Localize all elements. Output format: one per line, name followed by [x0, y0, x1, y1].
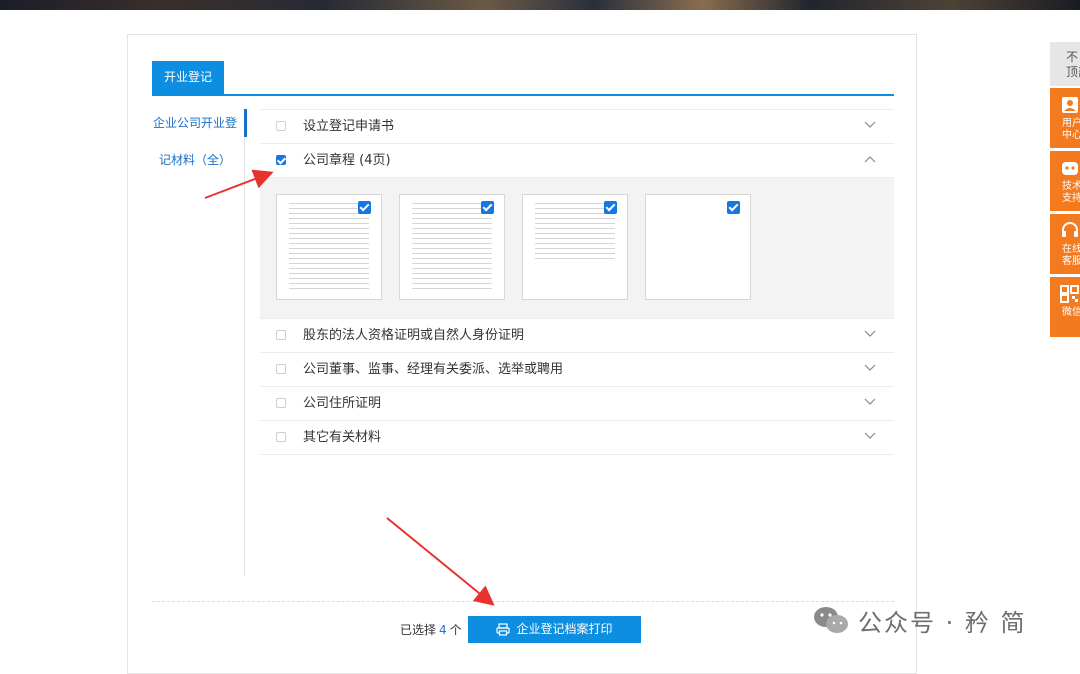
selected-count: 4 [439, 623, 447, 637]
watermark: 公众号 · 矜 简 [812, 604, 1027, 637]
material-label: 公司董事、监事、经理有关委派、选举或聘用 [303, 362, 564, 377]
checkbox-icon[interactable] [276, 398, 286, 408]
checkbox-icon[interactable] [276, 432, 286, 442]
watermark-text: 公众号 · 矜 简 [858, 608, 1027, 637]
list-item[interactable]: 其它有关材料 [260, 421, 894, 455]
robot-icon [1062, 162, 1078, 175]
page-thumbnails-panel [260, 178, 894, 319]
chevron-down-icon[interactable] [864, 398, 876, 406]
user-icon [1062, 97, 1078, 113]
selected-prefix: 已选择 [400, 623, 437, 637]
rail-wechat[interactable]: 微信 [1050, 277, 1080, 337]
sidebar: 企业公司开业登 记材料（全） [146, 109, 247, 576]
list-item[interactable]: 公司住所证明 [260, 387, 894, 421]
chevron-down-icon[interactable] [864, 432, 876, 440]
rail-online-service[interactable]: 在线 客服 [1050, 214, 1080, 274]
rail-user-center[interactable]: 用户 中心 [1050, 88, 1080, 148]
print-archive-button[interactable]: 企业登记档案打印 [468, 616, 641, 643]
checkbox-icon[interactable] [604, 201, 617, 214]
headset-icon [1062, 222, 1078, 237]
checkbox-icon[interactable] [276, 155, 286, 165]
rail-online-service-label: 在线 客服 [1062, 244, 1080, 267]
tab-opening-registration[interactable]: 开业登记 [152, 61, 224, 94]
top-banner-image [0, 0, 1080, 10]
sidebar-item-opening-materials[interactable]: 企业公司开业登 [146, 109, 247, 137]
material-label: 股东的法人资格证明或自然人身份证明 [303, 328, 525, 343]
page-thumbnail[interactable] [522, 194, 628, 300]
material-label: 公司章程 (4页) [303, 153, 391, 168]
list-item[interactable]: 公司章程 (4页) [260, 144, 894, 178]
printer-icon [496, 623, 511, 636]
sidebar-item-label: 企业公司开业登 [152, 116, 237, 130]
chevron-down-icon[interactable] [864, 330, 876, 338]
checkbox-icon[interactable] [727, 201, 740, 214]
back-to-top-label: 不 顶部 [1066, 50, 1080, 79]
tab-bar: 开业登记 [152, 61, 894, 96]
list-item[interactable]: 股东的法人资格证明或自然人身份证明 [260, 319, 894, 353]
qrcode-icon [1060, 285, 1079, 303]
print-button-label: 企业登记档案打印 [516, 622, 613, 636]
page-thumbnail[interactable] [645, 194, 751, 300]
chevron-down-icon[interactable] [864, 364, 876, 372]
page-thumbnail[interactable] [399, 194, 505, 300]
materials-list: 设立登记申请书 公司章程 (4页) 股东的法人资格证明或自然人身份证明 公司董事… [260, 109, 894, 455]
selected-count-text: 已选择 4 个 [400, 622, 462, 638]
checkbox-icon[interactable] [276, 330, 286, 340]
rail-user-center-label: 用户 中心 [1062, 118, 1080, 141]
rail-tech-support[interactable]: 技术 支持 [1050, 151, 1080, 211]
footer-divider [152, 601, 894, 602]
back-to-top-button[interactable]: 不 顶部 [1050, 42, 1080, 86]
list-item[interactable]: 公司董事、监事、经理有关委派、选举或聘用 [260, 353, 894, 387]
chevron-down-icon[interactable] [864, 121, 876, 129]
material-label: 设立登记申请书 [303, 119, 395, 134]
checkbox-icon[interactable] [276, 121, 286, 131]
sidebar-item-label-line2[interactable]: 记材料（全） [146, 147, 244, 173]
material-label: 公司住所证明 [303, 396, 382, 411]
page-thumbnail[interactable] [276, 194, 382, 300]
wechat-icon [814, 607, 848, 633]
selected-suffix: 个 [449, 623, 462, 637]
material-label: 其它有关材料 [303, 430, 382, 445]
rail-tech-support-label: 技术 支持 [1062, 181, 1080, 204]
chevron-up-icon[interactable] [864, 155, 876, 163]
list-item[interactable]: 设立登记申请书 [260, 109, 894, 144]
checkbox-icon[interactable] [276, 364, 286, 374]
rail-wechat-label: 微信 [1062, 307, 1080, 318]
checkbox-icon[interactable] [481, 201, 494, 214]
checkbox-icon[interactable] [358, 201, 371, 214]
registration-card: 开业登记 企业公司开业登 记材料（全） 设立登记申请书 公司章程 (4页) 股东… [127, 34, 917, 674]
